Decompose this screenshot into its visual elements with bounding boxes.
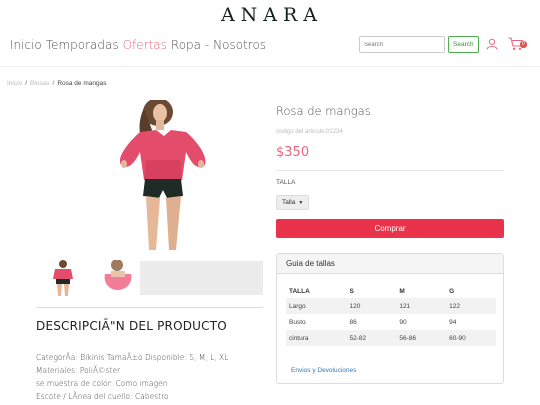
table-row: cintura 52-82 56-86 60-90 <box>286 330 496 346</box>
buy-button[interactable]: Comprar <box>276 219 504 238</box>
table-header: TALLA <box>289 287 310 295</box>
table-cell: 86 <box>349 318 357 326</box>
size-guide-panel: Guia de tallas TALLA S M G Largo 120 121… <box>276 253 504 384</box>
breadcrumb-home[interactable]: Inicio <box>7 80 22 87</box>
table-cell: cintura <box>286 330 347 346</box>
size-select[interactable]: Talla ▼ <box>276 195 310 210</box>
caret-down-icon: ▼ <box>298 199 304 206</box>
table-cell: 120 <box>346 298 397 314</box>
description-line: Escote / LÃ­nea del cuello: Cabestro <box>36 392 169 401</box>
search-input[interactable] <box>359 36 445 53</box>
size-table: TALLA S M G Largo 120 121 122 Busto 86 9… <box>286 284 496 346</box>
description-line: se muestra de color: Como imagen <box>36 379 168 388</box>
breadcrumb: Inicio / Blusas / Rosa de mangas <box>7 80 107 87</box>
table-cell: 56-86 <box>396 330 447 346</box>
table-cell: 60-90 <box>446 330 496 346</box>
nav-item-temporadas[interactable]: Temporadas <box>46 38 119 52</box>
nav-item-inicio[interactable]: Inicio <box>10 38 42 52</box>
table-cell: 94 <box>449 318 457 326</box>
table-header: G <box>449 287 455 295</box>
table-cell: 90 <box>399 318 407 326</box>
brand-logo[interactable]: ANARA <box>214 4 330 26</box>
description-line: Materiales: PoliÃ©ster <box>36 366 121 375</box>
search-form: Search <box>359 36 479 53</box>
product-thumbnail[interactable] <box>97 260 139 296</box>
nav-item-nosotros[interactable]: Nosotros <box>213 38 266 52</box>
table-row: Largo 120 121 122 <box>286 298 496 314</box>
product-main-image[interactable] <box>36 100 263 253</box>
nav-item-ofertas[interactable]: Ofertas <box>123 38 167 52</box>
table-row: Busto 86 90 94 <box>286 314 496 330</box>
cart-count-badge: 0 <box>520 41 527 48</box>
price-divider <box>276 170 504 171</box>
table-header: M <box>399 287 405 295</box>
size-label: TALLA <box>276 179 296 186</box>
thumbnail-placeholder <box>140 261 263 295</box>
product-code: codigo del articulo:01234 <box>276 129 343 135</box>
table-cell: Busto <box>289 318 306 326</box>
table-cell: Largo <box>286 298 347 314</box>
shipping-returns-link[interactable]: Envios y Devoluciones <box>291 367 356 374</box>
table-header: S <box>349 287 354 295</box>
product-price: $350 <box>276 145 310 160</box>
table-cell: 52-82 <box>346 330 397 346</box>
header-divider <box>0 66 540 67</box>
product-title: Rosa de mangas <box>276 104 371 118</box>
table-cell: 121 <box>396 298 447 314</box>
search-button[interactable]: Search <box>448 36 479 53</box>
nav-item-ropa[interactable]: Ropa - <box>171 38 209 52</box>
main-nav: Inicio Temporadas Ofertas Ropa - Nosotro… <box>10 38 270 52</box>
description-divider <box>36 307 263 308</box>
table-cell: 122 <box>446 298 496 314</box>
size-select-value: Talla <box>282 199 296 206</box>
breadcrumb-current: Rosa de mangas <box>57 80 107 87</box>
description-line: CategorÃ­a: Bikinis TamaÃ±o Disponible: … <box>36 353 229 362</box>
product-thumbnail[interactable] <box>42 260 84 296</box>
breadcrumb-section[interactable]: Blusas <box>30 80 50 87</box>
size-guide-title: Guia de tallas <box>277 254 503 274</box>
user-icon[interactable] <box>486 38 498 50</box>
description-title: DESCRIPCIÃ"N DEL PRODUCTO <box>36 319 227 333</box>
